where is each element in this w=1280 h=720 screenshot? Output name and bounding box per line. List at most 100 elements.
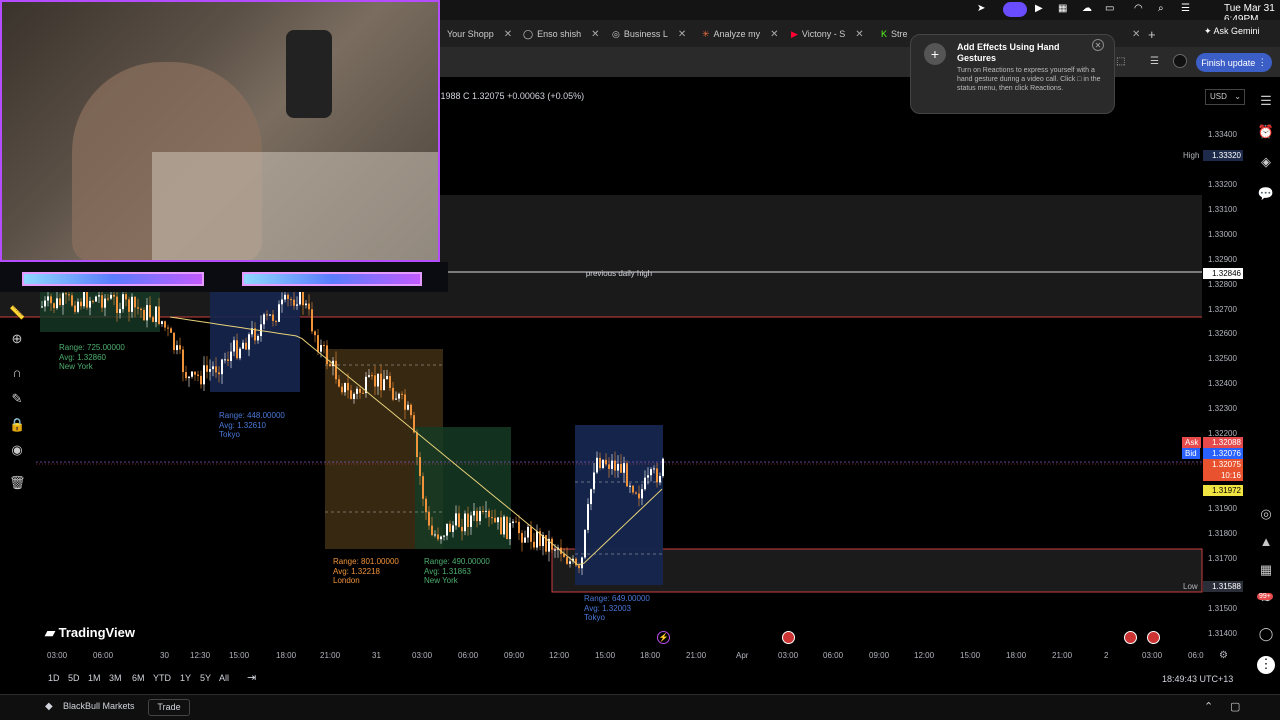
us-flag-event-icon[interactable]	[782, 631, 795, 644]
address-bar-row: ⬚ ☰	[440, 47, 1280, 77]
range-1m[interactable]: 1M	[88, 673, 101, 683]
watchlist-icon[interactable]: ☰	[1257, 93, 1275, 111]
candle-body	[437, 534, 439, 540]
candle-body	[101, 295, 103, 308]
tab-item[interactable]: ◯ Enso shish ✕	[523, 25, 600, 43]
reactions-status-icon[interactable]	[1003, 2, 1027, 17]
range-5d[interactable]: 5D	[68, 673, 80, 683]
chat-icon[interactable]: 💬	[1257, 186, 1275, 204]
tab-item[interactable]: ◎ Business L ✕	[612, 25, 686, 43]
candle-body	[602, 459, 604, 469]
time-tick: 21:00	[1052, 651, 1073, 660]
close-icon[interactable]: ✕	[678, 29, 686, 40]
candle-body	[434, 534, 436, 536]
candle-body	[281, 299, 283, 305]
candle-body	[485, 510, 487, 512]
magnet-icon[interactable]: ∩	[9, 365, 25, 381]
finish-update-button[interactable]: Finish update ⋮	[1196, 53, 1272, 72]
tab-search-icon[interactable]: ☰	[1150, 56, 1159, 67]
candle-body	[179, 345, 181, 350]
target-icon[interactable]: ◎	[1257, 506, 1275, 524]
calendar-icon[interactable]: ▦	[1257, 562, 1275, 580]
ask-gemini-button[interactable]: ✦ Ask Gemini	[1204, 26, 1260, 37]
trade-button[interactable]: Trade	[148, 699, 190, 716]
candle-body	[635, 492, 637, 494]
alerts-icon[interactable]: ⏰	[1257, 124, 1275, 142]
candle-body	[623, 463, 625, 473]
last-price-label: 1.32075	[1203, 459, 1243, 470]
apps-grid-icon[interactable]: ⋮	[1257, 656, 1275, 674]
candle-body	[164, 321, 166, 328]
tab-label: Analyze my	[713, 29, 761, 39]
range-1d[interactable]: 1D	[48, 673, 60, 683]
goto-date-icon[interactable]: ⇥	[247, 671, 256, 684]
range-6m[interactable]: 6M	[132, 673, 145, 683]
chart-clock[interactable]: 18:49:43 UTC+13	[1162, 674, 1233, 684]
candle-body	[431, 525, 433, 536]
close-icon[interactable]: ✕	[1126, 25, 1140, 43]
us-flag-event-icon[interactable]	[1147, 631, 1160, 644]
trash-icon[interactable]: 🗑	[9, 475, 26, 491]
control-center-icon[interactable]: ☰	[1181, 3, 1190, 14]
extension-icon[interactable]: ⬚	[1116, 56, 1125, 67]
tab-item[interactable]: ✳ Analyze my ✕	[702, 25, 778, 43]
close-icon[interactable]: ✕	[770, 29, 778, 40]
range-5y[interactable]: 5Y	[200, 673, 211, 683]
cloud-icon[interactable]: ☁	[1082, 3, 1092, 14]
close-icon[interactable]: ✕	[855, 29, 863, 40]
wifi-icon[interactable]: ◠	[1134, 3, 1143, 14]
broker-name[interactable]: BlackBull Markets	[63, 701, 135, 711]
play-icon[interactable]: ▶	[1035, 3, 1043, 14]
us-flag-event-icon[interactable]	[1124, 631, 1137, 644]
candle-body	[197, 374, 199, 376]
candle-body	[509, 522, 511, 540]
price-tick: 1.32900	[1208, 255, 1237, 264]
candle-body	[257, 336, 259, 341]
battery-icon[interactable]: ▭	[1105, 3, 1114, 14]
spotlight-icon[interactable]: ⌕	[1158, 3, 1164, 14]
range-all[interactable]: All	[219, 673, 229, 683]
ruler-icon[interactable]: 📏	[9, 305, 25, 321]
time-tick: 06:0	[1188, 651, 1204, 660]
time-tick: 18:00	[1006, 651, 1027, 660]
candle-body	[554, 549, 556, 551]
candle-body	[392, 387, 394, 400]
tab-label: Enso shish	[537, 29, 582, 39]
candle-body	[194, 371, 196, 375]
currency-select[interactable]: USD ⌄	[1205, 89, 1245, 105]
zoom-in-icon[interactable]: ⊕	[9, 331, 25, 347]
new-tab-icon[interactable]: +	[1148, 25, 1156, 43]
time-tick: 18:00	[276, 651, 297, 660]
close-icon[interactable]: ✕	[591, 29, 599, 40]
tab-item[interactable]: ▶ Victony - S ✕	[791, 25, 864, 43]
close-icon[interactable]: ✕	[1092, 39, 1104, 51]
lock-icon[interactable]: 🔒	[9, 417, 25, 433]
eye-icon[interactable]: ◉	[9, 442, 25, 458]
tab-item[interactable]: K Stre	[881, 25, 908, 43]
close-icon[interactable]: ✕	[504, 29, 512, 40]
layers-icon[interactable]: ◈	[1257, 154, 1275, 172]
candle-body	[533, 541, 535, 548]
range-ytd[interactable]: YTD	[153, 673, 171, 683]
candle-body	[134, 296, 136, 308]
notification-popup[interactable]: + Add Effects Using Hand Gestures Turn o…	[910, 34, 1115, 114]
range-3m[interactable]: 3M	[109, 673, 122, 683]
keyboard-icon[interactable]: ▦	[1058, 3, 1067, 14]
candle-body	[173, 332, 175, 351]
candle-body	[341, 386, 343, 393]
settings-gear-icon[interactable]: ⚙	[1219, 650, 1228, 661]
time-tick: 15:00	[960, 651, 981, 660]
lightning-event-icon[interactable]: ⚡	[657, 631, 670, 644]
rocket-icon[interactable]: ▲	[1257, 534, 1275, 552]
candle-body	[593, 472, 595, 490]
pencil-lock-icon[interactable]: ✎	[9, 391, 25, 407]
tab-item[interactable]: Your Shopp ✕	[447, 25, 512, 43]
maximize-icon[interactable]: ▢	[1230, 700, 1240, 713]
profile-avatar[interactable]	[1173, 54, 1187, 68]
chevron-up-icon[interactable]: ⌃	[1204, 700, 1213, 713]
candle-body	[218, 372, 220, 375]
help-icon[interactable]: ◯	[1257, 626, 1275, 644]
range-1y[interactable]: 1Y	[180, 673, 191, 683]
price-tick: 1.31400	[1208, 629, 1237, 638]
bid-price-label: 1.32076	[1203, 448, 1243, 459]
